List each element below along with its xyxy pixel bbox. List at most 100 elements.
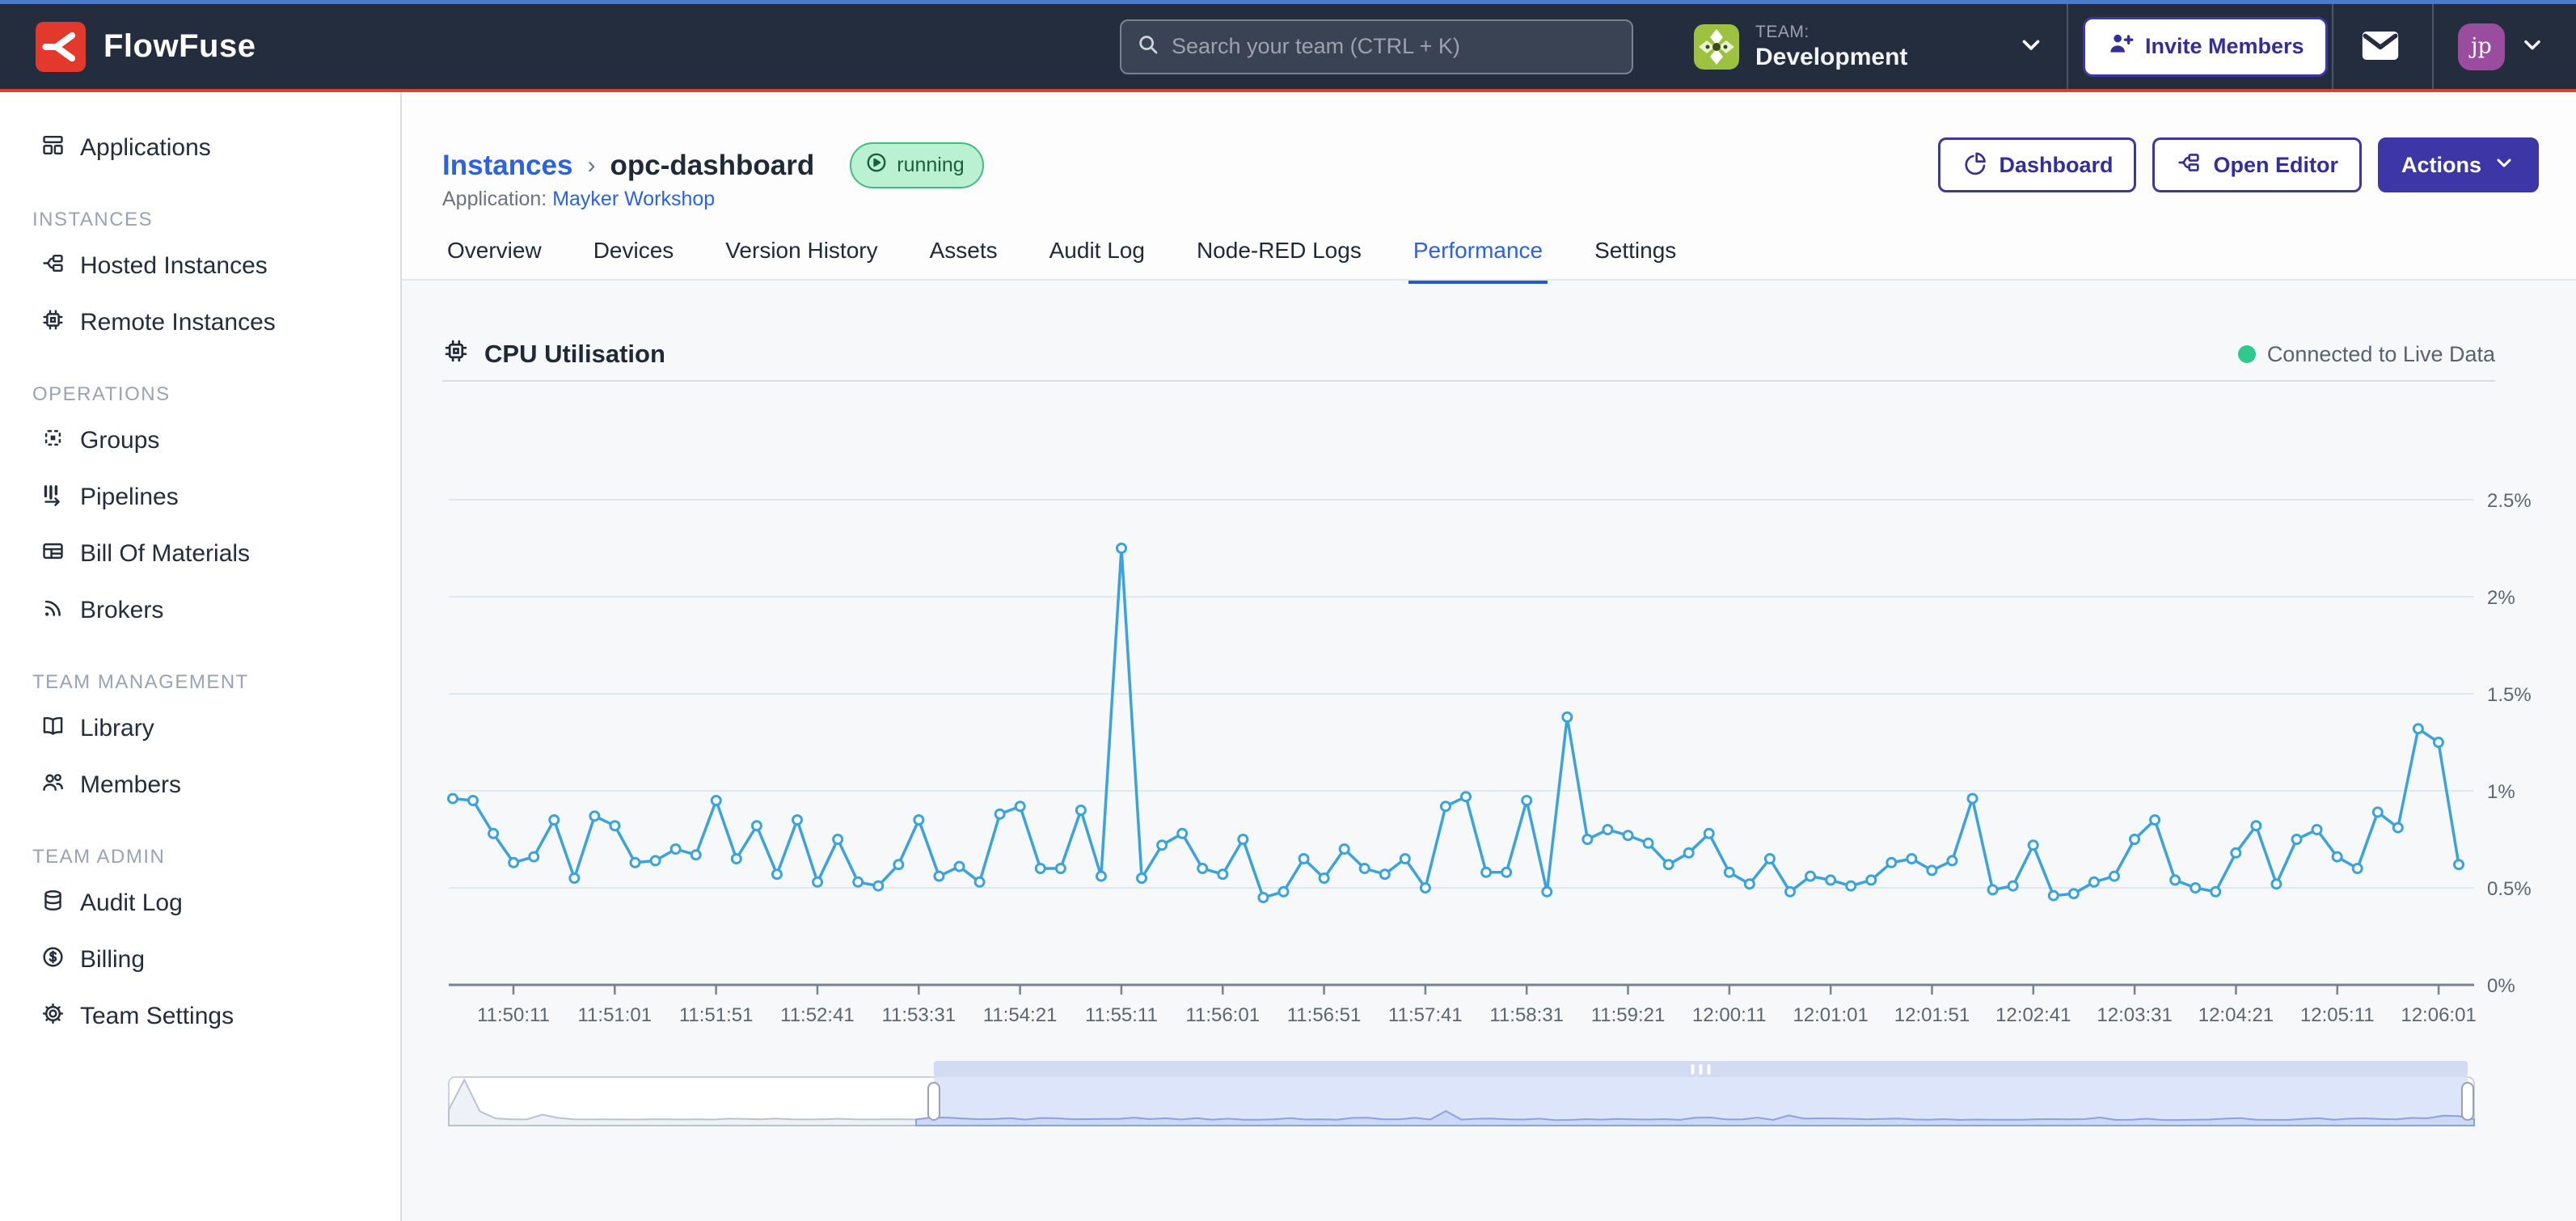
user-menu[interactable]: jp <box>2458 23 2545 70</box>
book-icon <box>40 713 65 745</box>
data-point <box>2089 877 2098 886</box>
tab-overview[interactable]: Overview <box>442 230 547 284</box>
brand[interactable]: FlowFuse <box>36 22 255 72</box>
data-point <box>1704 829 1713 838</box>
data-point <box>1907 855 1916 864</box>
breadcrumb-instances-link[interactable]: Instances <box>442 150 572 182</box>
chevron-down-icon <box>2017 31 2045 62</box>
dashboard-button[interactable]: Dashboard <box>1938 137 2136 192</box>
tab-node-red-logs[interactable]: Node-RED Logs <box>1192 230 1366 284</box>
chart-panel-header: CPU Utilisation Connected to Live Data <box>442 331 2495 378</box>
data-point <box>1138 874 1147 883</box>
x-axis-label: 11:56:01 <box>1185 1004 1260 1026</box>
data-point <box>1117 544 1126 553</box>
actions-button[interactable]: Actions <box>2378 137 2539 192</box>
data-point <box>772 870 781 879</box>
data-point <box>1806 872 1815 881</box>
x-axis-label: 12:03:31 <box>2097 1004 2172 1026</box>
notifications-mail-button[interactable] <box>2358 23 2403 70</box>
data-point <box>1096 872 1105 881</box>
pipelines-icon <box>40 482 65 513</box>
x-axis-label: 11:50:11 <box>477 1004 550 1026</box>
data-point <box>732 855 741 864</box>
data-point <box>1725 868 1734 877</box>
invite-members-button[interactable]: Invite Members <box>2083 17 2328 77</box>
sidebar-item-label: Library <box>80 715 154 742</box>
data-point <box>1644 839 1653 847</box>
data-point <box>995 809 1004 818</box>
open-editor-button[interactable]: Open Editor <box>2152 137 2362 192</box>
tab-settings[interactable]: Settings <box>1590 230 1681 284</box>
team-label: TEAM: <box>1755 23 1907 42</box>
sidebar-item-applications[interactable]: Applications <box>0 120 400 176</box>
navbar-divider <box>2432 4 2434 89</box>
data-point <box>1340 845 1349 854</box>
sidebar-item-remote-instances[interactable]: Remote Instances <box>0 294 400 351</box>
tab-audit-log[interactable]: Audit Log <box>1045 230 1150 284</box>
data-point <box>1299 855 1308 864</box>
instance-tabs: Overview Devices Version History Assets … <box>442 230 1681 284</box>
sidebar: Applications INSTANCES Hosted Instances <box>0 92 402 1221</box>
data-point <box>1056 864 1065 873</box>
team-search[interactable] <box>1120 19 1633 74</box>
sidebar-item-library[interactable]: Library <box>0 700 400 757</box>
x-axis-label: 11:55:11 <box>1085 1004 1158 1026</box>
application-link[interactable]: Mayker Workshop <box>552 188 715 210</box>
navigator-handle-right[interactable] <box>2462 1083 2473 1120</box>
data-point <box>1847 881 1856 890</box>
data-point <box>2232 848 2240 857</box>
sidebar-section-instances: INSTANCES <box>0 209 400 231</box>
data-point <box>1462 792 1471 801</box>
x-axis-label: 11:51:01 <box>577 1004 652 1026</box>
data-point <box>1664 860 1673 869</box>
sidebar-section-team-admin: TEAM ADMIN <box>0 846 400 868</box>
data-point <box>935 872 944 881</box>
data-point <box>1482 868 1491 877</box>
sidebar-item-members[interactable]: Members <box>0 757 400 813</box>
sidebar-item-label: Team Settings <box>80 1003 234 1030</box>
search-icon <box>1136 32 1160 61</box>
navigator-grip-icon[interactable] <box>1699 1064 1702 1075</box>
sidebar-item-label: Members <box>80 771 181 799</box>
data-point <box>1259 894 1268 902</box>
pie-chart-icon <box>1962 150 1987 181</box>
sidebar-item-hosted-instances[interactable]: Hosted Instances <box>0 238 400 294</box>
sidebar-item-brokers[interactable]: Brokers <box>0 582 400 639</box>
data-point <box>570 874 579 883</box>
sidebar-section-operations: OPERATIONS <box>0 383 400 406</box>
sidebar-item-billing[interactable]: Billing <box>0 932 400 988</box>
team-picker[interactable]: TEAM: Development <box>1694 4 2066 89</box>
data-point <box>671 845 680 854</box>
data-point <box>1867 876 1876 885</box>
status-badge: running <box>850 142 983 188</box>
navigator-grip-icon[interactable] <box>1707 1064 1710 1075</box>
dollar-circle-icon <box>40 944 65 976</box>
data-point <box>2029 841 2038 850</box>
navigator-grip-icon[interactable] <box>1691 1064 1694 1075</box>
tab-devices[interactable]: Devices <box>589 230 679 284</box>
open-editor-button-label: Open Editor <box>2213 153 2338 178</box>
sidebar-item-label: Applications <box>80 134 211 162</box>
cpu-utilisation-chart[interactable]: 0%0.5%1%1.5%2%2.5%11:50:1111:51:0111:51:… <box>402 449 2576 1144</box>
chip-icon <box>40 307 65 339</box>
search-input[interactable] <box>1172 34 1617 59</box>
sidebar-item-audit-log[interactable]: Audit Log <box>0 875 400 932</box>
sidebar-item-team-settings[interactable]: Team Settings <box>0 988 400 1045</box>
tab-assets[interactable]: Assets <box>925 230 1003 284</box>
data-point <box>955 862 964 871</box>
navigator-handle-left[interactable] <box>928 1083 940 1120</box>
top-navbar: FlowFuse <box>0 0 2576 92</box>
data-point <box>1624 831 1632 840</box>
data-point <box>631 858 640 867</box>
sidebar-item-pipelines[interactable]: Pipelines <box>0 469 400 526</box>
x-axis-label: 11:58:31 <box>1489 1004 1564 1026</box>
data-point <box>1421 884 1429 893</box>
data-point <box>1583 835 1592 844</box>
sidebar-item-groups[interactable]: Groups <box>0 412 400 469</box>
data-point <box>1279 887 1288 896</box>
data-point <box>2413 725 2422 733</box>
tab-version-history[interactable]: Version History <box>720 230 882 284</box>
groups-icon <box>40 425 65 457</box>
tab-performance[interactable]: Performance <box>1408 230 1548 284</box>
sidebar-item-bill-of-materials[interactable]: Bill Of Materials <box>0 526 400 582</box>
